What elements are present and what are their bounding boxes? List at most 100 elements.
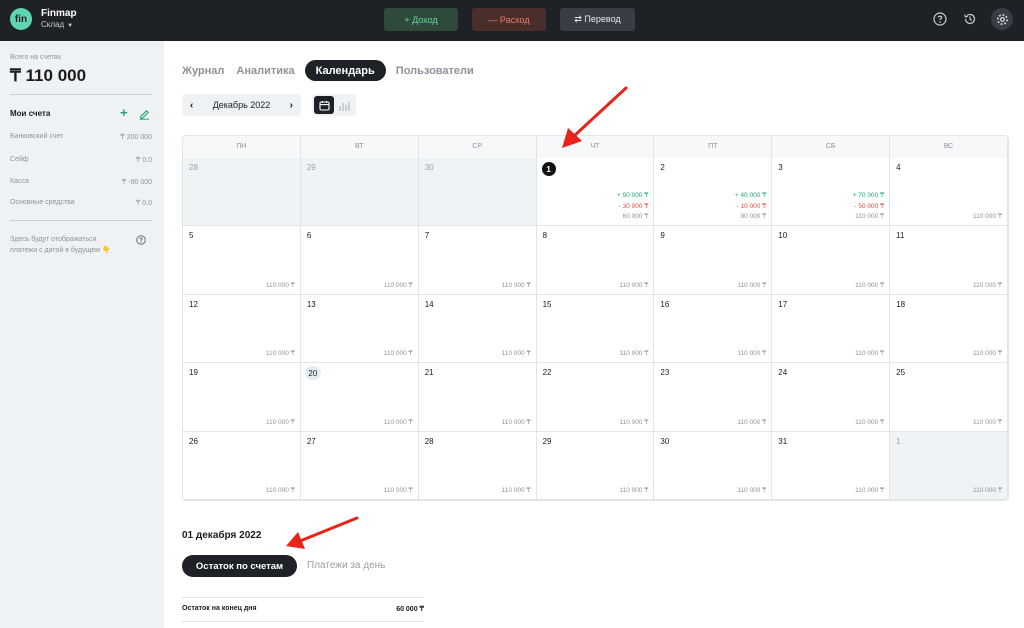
edit-accounts-icon[interactable] bbox=[139, 107, 150, 120]
calendar-day-cell[interactable]: 21 110 000 ₸ bbox=[418, 363, 537, 432]
day-number: 15 bbox=[542, 299, 552, 309]
calendar-day-cell[interactable]: 26 110 000 ₸ bbox=[183, 431, 301, 500]
tab-journal[interactable]: Журнал bbox=[182, 60, 230, 81]
tab-analytics[interactable]: Аналитика bbox=[230, 60, 300, 81]
tab-users[interactable]: Пользователи bbox=[390, 60, 480, 81]
calendar-day-cell[interactable]: 16 110 000 ₸ bbox=[654, 294, 773, 364]
day-number: 13 bbox=[306, 299, 316, 309]
calendar-day-cell[interactable]: 11 110 000 ₸ bbox=[890, 226, 1008, 295]
weekday-label: ВТ bbox=[300, 136, 419, 159]
day-balance: 110 000 ₸ bbox=[855, 487, 885, 494]
calendar-day-cell[interactable]: 13 110 000 ₸ bbox=[300, 294, 419, 364]
calendar-day-cell[interactable]: 9 110 000 ₸ bbox=[654, 226, 773, 295]
calendar-day-cell[interactable]: 20 110 000 ₸ bbox=[300, 363, 419, 432]
day-number: 28 bbox=[189, 163, 198, 172]
tab-account-balances[interactable]: Остаток по счетам bbox=[182, 555, 297, 577]
calendar-day-cell[interactable]: 29 bbox=[300, 158, 419, 227]
calendar-day-cell[interactable]: 29 110 000 ₸ bbox=[536, 431, 655, 500]
history-icon[interactable] bbox=[961, 10, 978, 27]
day-balance: 110 000 ₸ bbox=[855, 418, 885, 426]
calendar-day-cell[interactable]: 17 110 000 ₸ bbox=[772, 294, 891, 364]
calendar-day-cell[interactable]: 8 110 000 ₸ bbox=[536, 226, 655, 295]
calendar-day-cell[interactable]: 7 110 000 ₸ bbox=[418, 226, 537, 295]
calendar-body: 28 29 30 1 + 90 000 ₸ - 30 000 ₸ 60 000 ₸ 2 + 40… bbox=[183, 158, 1008, 500]
day-number: 11 bbox=[896, 231, 905, 241]
account-item[interactable]: Сейф ₸ 0.0 bbox=[10, 156, 152, 164]
day-balance: 110 000 ₸ bbox=[619, 350, 649, 358]
divider bbox=[182, 597, 424, 598]
weekday-label: ВС bbox=[890, 136, 1008, 159]
day-balance: 110 000 ₸ bbox=[855, 213, 885, 221]
calendar-day-cell[interactable]: 10 110 000 ₸ bbox=[772, 226, 891, 295]
day-balance: 110 000 ₸ bbox=[619, 281, 649, 289]
workspace-switcher[interactable]: Склад ▼ bbox=[41, 20, 73, 29]
calendar-day-cell[interactable]: 30 bbox=[418, 158, 537, 227]
app-logo[interactable]: fin bbox=[10, 8, 32, 30]
calendar-day-cell[interactable]: 24 110 000 ₸ bbox=[772, 363, 891, 432]
calendar-day-cell[interactable]: 4 110 000 ₸ bbox=[890, 158, 1008, 227]
calendar-view-icon[interactable] bbox=[314, 96, 334, 114]
add-income-button[interactable]: + Доход bbox=[384, 8, 458, 31]
calendar-day-cell[interactable]: 27 110 000 ₸ bbox=[300, 431, 419, 500]
calendar-day-cell[interactable]: 30 110 000 ₸ bbox=[654, 431, 773, 500]
calendar-day-cell[interactable]: 28 bbox=[183, 158, 301, 227]
chevron-left-icon[interactable]: ‹ bbox=[190, 100, 193, 111]
day-income: + 40 000 ₸ bbox=[734, 192, 767, 199]
day-balance: 110 000 ₸ bbox=[383, 281, 413, 289]
day-number: 27 bbox=[306, 436, 316, 446]
day-balance: 110 000 ₸ bbox=[737, 418, 767, 426]
day-balance: 110 000 ₸ bbox=[501, 281, 531, 289]
calendar-day-cell[interactable]: 12 110 000 ₸ bbox=[183, 294, 301, 364]
tab-day-payments[interactable]: Платежи за день bbox=[307, 560, 385, 571]
account-item[interactable]: Банковский счет ₸ 200 000 bbox=[10, 133, 152, 141]
weekday-label: ПН bbox=[183, 136, 301, 159]
day-balance: 110 000 ₸ bbox=[265, 281, 295, 289]
account-item[interactable]: Касса ₸ -90 000 bbox=[10, 178, 152, 186]
calendar-day-cell[interactable]: 3 + 70 000 ₸ - 50 000 ₸ 110 000 ₸ bbox=[772, 158, 891, 227]
main-tabs: Журнал Аналитика Календарь Пользователи bbox=[182, 60, 480, 81]
sidebar: Всего на счетах ₸ 110 000 Мои счета + Ба… bbox=[0, 41, 164, 628]
weekday-label: СР bbox=[418, 136, 537, 159]
calendar-day-cell[interactable]: 25 110 000 ₸ bbox=[890, 363, 1008, 432]
account-item[interactable]: Основные средства ₸ 0.0 bbox=[10, 199, 152, 207]
calendar-day-cell[interactable]: 15 110 000 ₸ bbox=[536, 294, 655, 364]
calendar-day-cell[interactable]: 1 + 90 000 ₸ - 30 000 ₸ 60 000 ₸ bbox=[536, 158, 655, 227]
day-balance: 110 000 ₸ bbox=[619, 487, 649, 494]
calendar-day-cell[interactable]: 1 110 000 ₸ bbox=[890, 431, 1008, 500]
calendar-day-cell[interactable]: 19 110 000 ₸ bbox=[183, 363, 301, 432]
day-number: 6 bbox=[306, 231, 312, 241]
day-number: 31 bbox=[778, 436, 788, 446]
calendar-day-cell[interactable]: 31 110 000 ₸ bbox=[772, 431, 891, 500]
settings-icon[interactable] bbox=[991, 8, 1013, 30]
calendar-day-cell[interactable]: 14 110 000 ₸ bbox=[418, 294, 537, 364]
calendar-day-cell[interactable]: 22 110 000 ₸ bbox=[536, 363, 655, 432]
account-name: Касса bbox=[10, 178, 29, 185]
calendar-day-cell[interactable]: 23 110 000 ₸ bbox=[654, 363, 773, 432]
add-expense-button[interactable]: — Расход bbox=[472, 8, 546, 31]
add-account-icon[interactable]: + bbox=[120, 106, 128, 119]
day-number: 20 bbox=[304, 366, 321, 381]
help-icon[interactable] bbox=[136, 232, 146, 245]
add-transfer-button[interactable]: ⇄ Перевод bbox=[560, 8, 635, 31]
help-icon[interactable] bbox=[931, 10, 948, 27]
calendar-day-cell[interactable]: 18 110 000 ₸ bbox=[890, 294, 1008, 364]
day-balance: 110 000 ₸ bbox=[973, 487, 1002, 494]
calendar-day-cell[interactable]: 5 110 000 ₸ bbox=[183, 226, 301, 295]
weekday-label: ПТ bbox=[654, 136, 773, 159]
day-number: 14 bbox=[424, 299, 434, 309]
day-balance: 110 000 ₸ bbox=[973, 281, 1002, 289]
chevron-right-icon[interactable]: › bbox=[290, 100, 293, 111]
day-balance: 110 000 ₸ bbox=[383, 487, 413, 494]
day-number: 17 bbox=[778, 299, 788, 309]
calendar-day-cell[interactable]: 28 110 000 ₸ bbox=[418, 431, 537, 500]
chart-view-icon[interactable] bbox=[338, 99, 351, 111]
tab-calendar[interactable]: Календарь bbox=[304, 60, 386, 81]
day-number: 2 bbox=[660, 163, 665, 172]
account-name: Сейф bbox=[10, 156, 29, 163]
account-amount: ₸ 0.0 bbox=[135, 157, 152, 164]
day-number: 18 bbox=[896, 299, 906, 309]
day-balance: 110 000 ₸ bbox=[265, 418, 295, 426]
calendar-day-cell[interactable]: 6 110 000 ₸ bbox=[300, 226, 419, 295]
day-balance: 110 000 ₸ bbox=[619, 418, 649, 426]
calendar-day-cell[interactable]: 2 + 40 000 ₸ - 10 000 ₸ 90 000 ₸ bbox=[654, 158, 773, 227]
